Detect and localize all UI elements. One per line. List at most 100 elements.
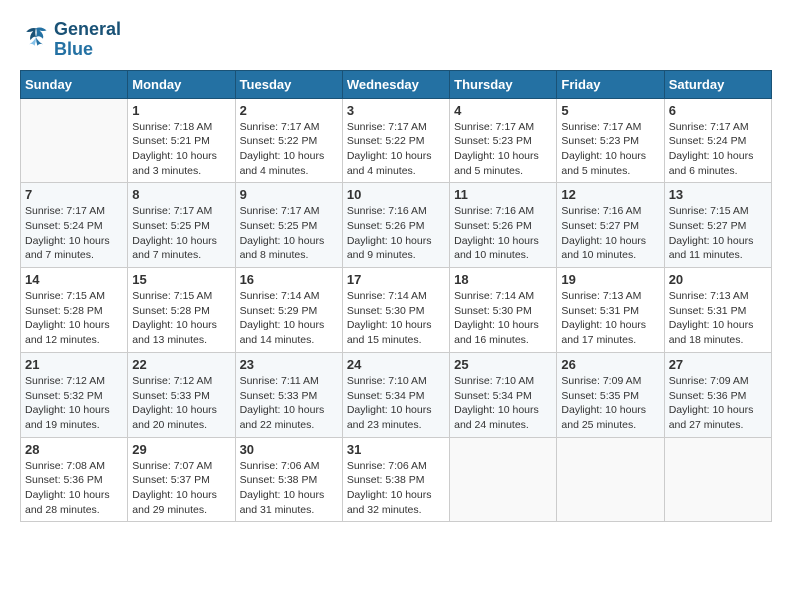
calendar-header-wednesday: Wednesday [342, 70, 449, 98]
calendar-header-sunday: Sunday [21, 70, 128, 98]
day-info: Sunrise: 7:10 AMSunset: 5:34 PMDaylight:… [454, 374, 552, 433]
logo-text-line1: General [54, 20, 121, 40]
day-number: 10 [347, 187, 445, 202]
day-info: Sunrise: 7:17 AMSunset: 5:24 PMDaylight:… [25, 204, 123, 263]
calendar-day-cell: 26 Sunrise: 7:09 AMSunset: 5:35 PMDayligh… [557, 352, 664, 437]
day-info: Sunrise: 7:10 AMSunset: 5:34 PMDaylight:… [347, 374, 445, 433]
day-info: Sunrise: 7:14 AMSunset: 5:30 PMDaylight:… [454, 289, 552, 348]
calendar-header-tuesday: Tuesday [235, 70, 342, 98]
day-info: Sunrise: 7:16 AMSunset: 5:26 PMDaylight:… [454, 204, 552, 263]
calendar-day-cell: 17 Sunrise: 7:14 AMSunset: 5:30 PMDayligh… [342, 268, 449, 353]
day-info: Sunrise: 7:15 AMSunset: 5:27 PMDaylight:… [669, 204, 767, 263]
day-info: Sunrise: 7:13 AMSunset: 5:31 PMDaylight:… [669, 289, 767, 348]
calendar-header-saturday: Saturday [664, 70, 771, 98]
logo-text-line2: Blue [54, 40, 121, 60]
calendar-day-cell: 31Sunrise: 7:06 AMSunset: 5:38 PMDayligh… [342, 437, 449, 522]
calendar-day-cell: 30Sunrise: 7:06 AMSunset: 5:38 PMDayligh… [235, 437, 342, 522]
calendar-day-cell: 10Sunrise: 7:16 AMSunset: 5:26 PMDayligh… [342, 183, 449, 268]
calendar-day-cell: 4 Sunrise: 7:17 AMSunset: 5:23 PMDaylight… [450, 98, 557, 183]
calendar-day-cell: 22Sunrise: 7:12 AMSunset: 5:33 PMDayligh… [128, 352, 235, 437]
calendar-day-cell: 2 Sunrise: 7:17 AMSunset: 5:22 PMDaylight… [235, 98, 342, 183]
calendar-day-cell: 14 Sunrise: 7:15 AMSunset: 5:28 PMDayligh… [21, 268, 128, 353]
calendar-day-cell: 28 Sunrise: 7:08 AMSunset: 5:36 PMDayligh… [21, 437, 128, 522]
day-info: Sunrise: 7:08 AMSunset: 5:36 PMDaylight:… [25, 459, 123, 518]
calendar-day-cell: 3 Sunrise: 7:17 AMSunset: 5:22 PMDaylight… [342, 98, 449, 183]
day-number: 4 [454, 103, 552, 118]
calendar-day-cell: 20 Sunrise: 7:13 AMSunset: 5:31 PMDayligh… [664, 268, 771, 353]
day-info: Sunrise: 7:14 AMSunset: 5:29 PMDaylight:… [240, 289, 338, 348]
calendar-day-cell [664, 437, 771, 522]
calendar-day-cell: 29Sunrise: 7:07 AMSunset: 5:37 PMDayligh… [128, 437, 235, 522]
day-info: Sunrise: 7:17 AMSunset: 5:24 PMDaylight:… [669, 120, 767, 179]
day-number: 25 [454, 357, 552, 372]
calendar-day-cell: 18 Sunrise: 7:14 AMSunset: 5:30 PMDayligh… [450, 268, 557, 353]
day-info: Sunrise: 7:06 AMSunset: 5:38 PMDaylight:… [240, 459, 338, 518]
day-info: Sunrise: 7:16 AMSunset: 5:27 PMDaylight:… [561, 204, 659, 263]
day-number: 20 [669, 272, 767, 287]
calendar-day-cell: 11 Sunrise: 7:16 AMSunset: 5:26 PMDayligh… [450, 183, 557, 268]
day-info: Sunrise: 7:17 AMSunset: 5:25 PMDaylight:… [132, 204, 230, 263]
calendar-header-friday: Friday [557, 70, 664, 98]
calendar-day-cell [21, 98, 128, 183]
calendar-day-cell: 23 Sunrise: 7:11 AMSunset: 5:33 PMDayligh… [235, 352, 342, 437]
calendar-day-cell: 27 Sunrise: 7:09 AMSunset: 5:36 PMDayligh… [664, 352, 771, 437]
day-number: 5 [561, 103, 659, 118]
calendar-day-cell: 6 Sunrise: 7:17 AMSunset: 5:24 PMDaylight… [664, 98, 771, 183]
day-info: Sunrise: 7:17 AMSunset: 5:23 PMDaylight:… [561, 120, 659, 179]
day-number: 15 [132, 272, 230, 287]
day-info: Sunrise: 7:15 AMSunset: 5:28 PMDaylight:… [132, 289, 230, 348]
page-header: General Blue [20, 20, 772, 60]
calendar-week-row: 28 Sunrise: 7:08 AMSunset: 5:36 PMDayligh… [21, 437, 772, 522]
day-number: 27 [669, 357, 767, 372]
day-info: Sunrise: 7:17 AMSunset: 5:23 PMDaylight:… [454, 120, 552, 179]
day-info: Sunrise: 7:12 AMSunset: 5:32 PMDaylight:… [25, 374, 123, 433]
day-info: Sunrise: 7:17 AMSunset: 5:25 PMDaylight:… [240, 204, 338, 263]
day-number: 9 [240, 187, 338, 202]
calendar-header-row: SundayMondayTuesdayWednesdayThursdayFrid… [21, 70, 772, 98]
day-number: 22 [132, 357, 230, 372]
calendar-week-row: 7 Sunrise: 7:17 AMSunset: 5:24 PMDaylight… [21, 183, 772, 268]
day-number: 6 [669, 103, 767, 118]
day-number: 28 [25, 442, 123, 457]
day-info: Sunrise: 7:07 AMSunset: 5:37 PMDaylight:… [132, 459, 230, 518]
calendar-day-cell [450, 437, 557, 522]
calendar-week-row: 14 Sunrise: 7:15 AMSunset: 5:28 PMDayligh… [21, 268, 772, 353]
day-info: Sunrise: 7:11 AMSunset: 5:33 PMDaylight:… [240, 374, 338, 433]
logo-icon [22, 23, 50, 51]
calendar-day-cell: 12Sunrise: 7:16 AMSunset: 5:27 PMDayligh… [557, 183, 664, 268]
day-info: Sunrise: 7:17 AMSunset: 5:22 PMDaylight:… [240, 120, 338, 179]
day-number: 11 [454, 187, 552, 202]
calendar-day-cell: 21Sunrise: 7:12 AMSunset: 5:32 PMDayligh… [21, 352, 128, 437]
calendar-week-row: 1 Sunrise: 7:18 AMSunset: 5:21 PMDaylight… [21, 98, 772, 183]
logo: General Blue [20, 20, 121, 60]
day-number: 8 [132, 187, 230, 202]
calendar-day-cell: 1 Sunrise: 7:18 AMSunset: 5:21 PMDaylight… [128, 98, 235, 183]
calendar-day-cell: 25 Sunrise: 7:10 AMSunset: 5:34 PMDayligh… [450, 352, 557, 437]
day-number: 18 [454, 272, 552, 287]
day-number: 2 [240, 103, 338, 118]
day-number: 26 [561, 357, 659, 372]
day-info: Sunrise: 7:18 AMSunset: 5:21 PMDaylight:… [132, 120, 230, 179]
day-info: Sunrise: 7:06 AMSunset: 5:38 PMDaylight:… [347, 459, 445, 518]
calendar-day-cell [557, 437, 664, 522]
calendar-day-cell: 5 Sunrise: 7:17 AMSunset: 5:23 PMDaylight… [557, 98, 664, 183]
calendar-day-cell: 8 Sunrise: 7:17 AMSunset: 5:25 PMDaylight… [128, 183, 235, 268]
day-number: 14 [25, 272, 123, 287]
day-number: 7 [25, 187, 123, 202]
calendar-table: SundayMondayTuesdayWednesdayThursdayFrid… [20, 70, 772, 523]
day-number: 3 [347, 103, 445, 118]
day-info: Sunrise: 7:09 AMSunset: 5:35 PMDaylight:… [561, 374, 659, 433]
calendar-day-cell: 16 Sunrise: 7:14 AMSunset: 5:29 PMDayligh… [235, 268, 342, 353]
day-number: 13 [669, 187, 767, 202]
day-number: 16 [240, 272, 338, 287]
day-number: 23 [240, 357, 338, 372]
day-number: 1 [132, 103, 230, 118]
calendar-header-monday: Monday [128, 70, 235, 98]
day-number: 19 [561, 272, 659, 287]
day-number: 17 [347, 272, 445, 287]
day-info: Sunrise: 7:17 AMSunset: 5:22 PMDaylight:… [347, 120, 445, 179]
day-info: Sunrise: 7:15 AMSunset: 5:28 PMDaylight:… [25, 289, 123, 348]
calendar-day-cell: 24Sunrise: 7:10 AMSunset: 5:34 PMDayligh… [342, 352, 449, 437]
day-info: Sunrise: 7:09 AMSunset: 5:36 PMDaylight:… [669, 374, 767, 433]
day-info: Sunrise: 7:14 AMSunset: 5:30 PMDaylight:… [347, 289, 445, 348]
